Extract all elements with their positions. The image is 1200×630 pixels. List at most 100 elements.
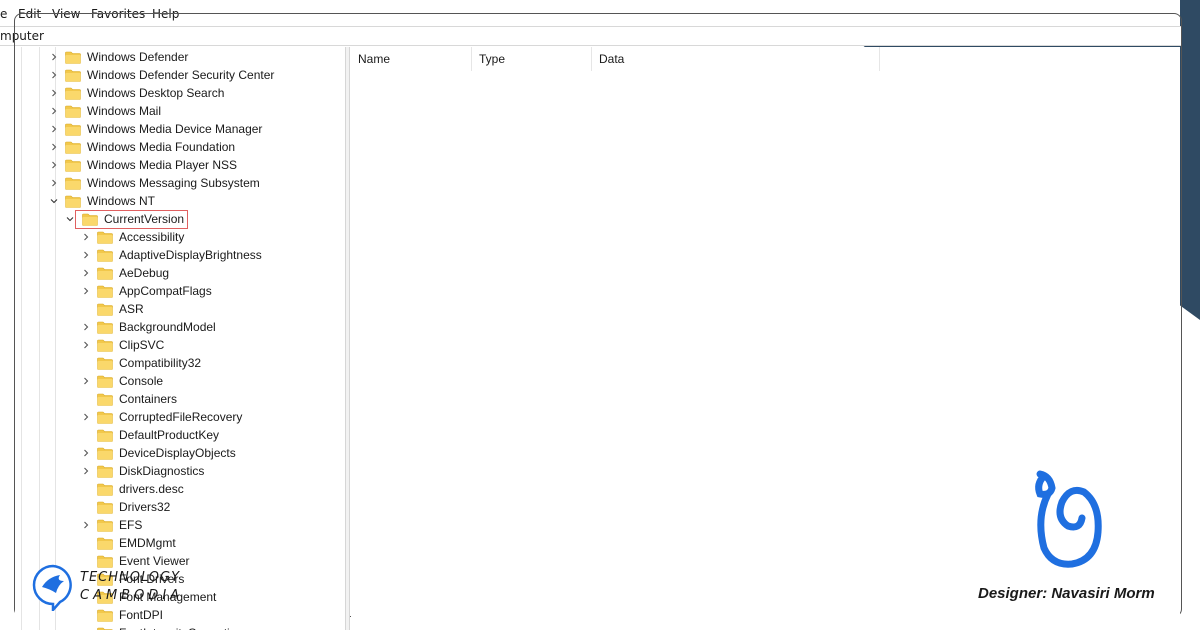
selected-node-highlight: CurrentVersion	[75, 209, 189, 229]
chevron-down-icon[interactable]	[65, 214, 75, 224]
chevron-right-icon[interactable]	[49, 106, 59, 116]
folder-icon	[97, 555, 113, 568]
tree-node[interactable]: Windows Desktop Search	[49, 84, 224, 102]
tree-node-label: Compatibility32	[119, 356, 202, 370]
tree-node[interactable]: BackgroundModel	[81, 318, 216, 336]
tree-node[interactable]: Windows Messaging Subsystem	[49, 174, 260, 192]
column-header-name[interactable]: Name	[351, 47, 472, 71]
tree-node[interactable]: Windows Media Foundation	[49, 138, 235, 156]
chevron-right-icon[interactable]	[49, 124, 59, 134]
tree-node[interactable]: drivers.desc	[81, 480, 184, 498]
tree-node-label: FontDPI	[119, 608, 164, 622]
folder-icon	[97, 429, 113, 442]
tree-node[interactable]: ClipSVC	[81, 336, 164, 354]
tree-node[interactable]: CurrentVersion	[65, 209, 189, 229]
tree-node[interactable]: Windows NT	[49, 192, 155, 210]
folder-icon	[97, 519, 113, 532]
chevron-right-icon[interactable]	[81, 286, 91, 296]
pane-splitter[interactable]	[345, 47, 350, 630]
tree-node[interactable]: Windows Defender	[49, 48, 188, 66]
folder-icon	[97, 375, 113, 388]
folder-icon	[97, 537, 113, 550]
chevron-right-icon[interactable]	[49, 160, 59, 170]
chevron-right-icon[interactable]	[81, 250, 91, 260]
tree-node-label: FontIntensityCorrection	[119, 626, 243, 630]
tree-node[interactable]: EMDMgmt	[81, 534, 176, 552]
tree-node-label: Windows Defender	[87, 50, 189, 64]
folder-icon	[97, 393, 113, 406]
tree-node-label: Windows Media Foundation	[87, 140, 236, 154]
chevron-right-icon[interactable]	[49, 52, 59, 62]
tree-node[interactable]: Event Viewer	[81, 552, 189, 570]
tree-node-label: Windows Messaging Subsystem	[87, 176, 260, 190]
tree-node[interactable]: Console	[81, 372, 163, 390]
chevron-right-icon[interactable]	[81, 268, 91, 278]
tree-node[interactable]: Windows Media Player NSS	[49, 156, 237, 174]
folder-icon	[97, 231, 113, 244]
folder-icon	[97, 357, 113, 370]
folder-icon	[97, 303, 113, 316]
technology-cambodia-logo-icon	[32, 564, 72, 611]
folder-icon	[97, 321, 113, 334]
folder-icon	[65, 105, 81, 118]
tree-node[interactable]: Drivers32	[81, 498, 170, 516]
column-header-type[interactable]: Type	[472, 47, 592, 71]
tree-node-label: DeviceDisplayObjects	[119, 446, 236, 460]
folder-icon	[97, 411, 113, 424]
chevron-right-icon[interactable]	[81, 376, 91, 386]
chevron-down-icon[interactable]	[49, 196, 59, 206]
tree-node[interactable]: AeDebug	[81, 264, 169, 282]
tree-node-label: EFS	[119, 518, 143, 532]
tree-node[interactable]: DeviceDisplayObjects	[81, 444, 236, 462]
folder-icon	[97, 501, 113, 514]
tree-node[interactable]: DefaultProductKey	[81, 426, 219, 444]
chevron-right-icon[interactable]	[49, 142, 59, 152]
chevron-placeholder	[81, 430, 91, 440]
folder-icon	[97, 267, 113, 280]
column-header-data[interactable]: Data	[592, 47, 880, 71]
chevron-right-icon[interactable]	[81, 412, 91, 422]
tree-node[interactable]: CorruptedFileRecovery	[81, 408, 242, 426]
tree-node-label: BackgroundModel	[119, 320, 216, 334]
designer-credit: Designer: Navasiri Morm	[978, 585, 1155, 602]
tree-node-label: AdaptiveDisplayBrightness	[119, 248, 262, 262]
tree-node[interactable]: AppCompatFlags	[81, 282, 212, 300]
brand-name-line1: TECHNOLOGY	[80, 570, 181, 585]
key-tree[interactable]: Windows Defender Windows Defender Securit…	[15, 47, 345, 630]
tree-node-label: Windows Media Device Manager	[87, 122, 263, 136]
tree-node[interactable]: Compatibility32	[81, 354, 201, 372]
chevron-right-icon[interactable]	[81, 448, 91, 458]
tree-node[interactable]: ASR	[81, 300, 144, 318]
chevron-right-icon[interactable]	[81, 232, 91, 242]
menu-file[interactable]: e	[0, 7, 7, 21]
folder-icon	[65, 51, 81, 64]
chevron-right-icon[interactable]	[49, 70, 59, 80]
chevron-placeholder	[81, 394, 91, 404]
chevron-placeholder	[81, 556, 91, 566]
brand-name-line2: CAMBODIA	[80, 588, 184, 603]
chevron-right-icon[interactable]	[81, 322, 91, 332]
folder-icon	[97, 483, 113, 496]
chevron-right-icon[interactable]	[81, 466, 91, 476]
chevron-right-icon[interactable]	[49, 178, 59, 188]
tree-node[interactable]: EFS	[81, 516, 142, 534]
tree-node[interactable]: AdaptiveDisplayBrightness	[81, 246, 262, 264]
folder-icon	[97, 609, 113, 622]
tree-node-label: Windows Media Player NSS	[87, 158, 238, 172]
tree-node-label: DefaultProductKey	[119, 428, 220, 442]
tree-node[interactable]: DiskDiagnostics	[81, 462, 204, 480]
tree-node[interactable]: Windows Media Device Manager	[49, 120, 262, 138]
tree-node[interactable]: FontDPI	[81, 606, 163, 624]
chevron-right-icon[interactable]	[81, 520, 91, 530]
tree-node[interactable]: Accessibility	[81, 228, 184, 246]
tree-node-label: Windows Mail	[87, 104, 162, 118]
folder-icon	[65, 87, 81, 100]
chevron-right-icon[interactable]	[49, 88, 59, 98]
folder-icon	[97, 249, 113, 262]
tree-node[interactable]: Containers	[81, 390, 177, 408]
tree-node[interactable]: Windows Mail	[49, 102, 161, 120]
folder-icon	[65, 195, 81, 208]
tree-node[interactable]: FontIntensityCorrection	[81, 624, 243, 630]
chevron-right-icon[interactable]	[81, 340, 91, 350]
tree-node[interactable]: Windows Defender Security Center	[49, 66, 274, 84]
